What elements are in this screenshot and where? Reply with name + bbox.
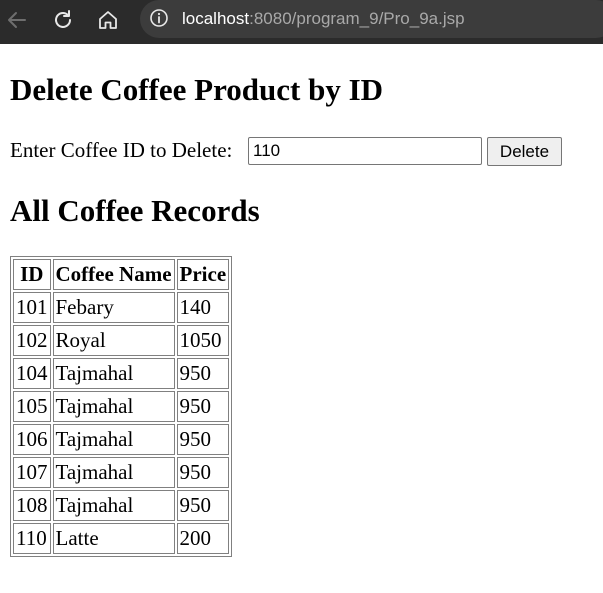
cell-coffee-name: Tajmahal: [52, 424, 175, 455]
url-path: :8080/program_9/Pro_9a.jsp: [249, 9, 465, 28]
cell-id: 108: [13, 490, 51, 521]
table-row: 110 Latte 200: [13, 523, 230, 554]
table-row: 104 Tajmahal 950: [13, 358, 230, 389]
cell-id: 101: [13, 292, 51, 323]
cell-id: 106: [13, 424, 51, 455]
table-row: 106 Tajmahal 950: [13, 424, 230, 455]
cell-price: 950: [176, 490, 230, 521]
column-header-id: ID: [13, 259, 51, 290]
table-row: 102 Royal 1050: [13, 325, 230, 356]
reload-button[interactable]: [52, 9, 74, 31]
url-host: localhost: [182, 9, 250, 28]
arrow-left-icon: [8, 12, 26, 28]
table-header-row: ID Coffee Name Price: [13, 259, 230, 290]
cell-id: 102: [13, 325, 51, 356]
cell-id: 110: [13, 523, 51, 554]
cell-coffee-name: Tajmahal: [52, 490, 175, 521]
coffee-id-label: Enter Coffee ID to Delete:: [10, 138, 233, 162]
cell-price: 950: [176, 424, 230, 455]
cell-id: 104: [13, 358, 51, 389]
cell-coffee-name: Latte: [52, 523, 175, 554]
reload-icon: [55, 10, 71, 28]
cell-price: 950: [176, 391, 230, 422]
table-row: 107 Tajmahal 950: [13, 457, 230, 488]
delete-button[interactable]: Delete: [487, 137, 562, 166]
url-text[interactable]: localhost:8080/program_9/Pro_9a.jsp: [182, 9, 465, 29]
info-circle-icon: [150, 9, 168, 27]
table-row: 101 Febary 140: [13, 292, 230, 323]
table-row: 105 Tajmahal 950: [13, 391, 230, 422]
delete-heading: Delete Coffee Product by ID: [10, 72, 384, 107]
cell-price: 950: [176, 457, 230, 488]
site-info-button[interactable]: [148, 7, 170, 29]
cell-id: 107: [13, 457, 51, 488]
address-bar[interactable]: localhost:8080/program_9/Pro_9a.jsp: [140, 0, 603, 38]
home-icon: [99, 11, 117, 29]
column-header-price: Price: [176, 259, 230, 290]
cell-price: 1050: [176, 325, 230, 356]
cell-coffee-name: Febary: [52, 292, 175, 323]
cell-price: 200: [176, 523, 230, 554]
column-header-coffee-name: Coffee Name: [52, 259, 175, 290]
cell-price: 950: [176, 358, 230, 389]
cell-coffee-name: Tajmahal: [52, 358, 175, 389]
coffee-id-input[interactable]: [248, 137, 482, 165]
records-heading: All Coffee Records: [10, 193, 260, 228]
back-button[interactable]: [6, 9, 28, 31]
cell-price: 140: [176, 292, 230, 323]
browser-toolbar: localhost:8080/program_9/Pro_9a.jsp: [0, 0, 603, 44]
cell-coffee-name: Royal: [52, 325, 175, 356]
table-row: 108 Tajmahal 950: [13, 490, 230, 521]
coffee-records-table: ID Coffee Name Price 101 Febary 140 102 …: [10, 256, 233, 557]
home-button[interactable]: [97, 9, 119, 31]
cell-coffee-name: Tajmahal: [52, 391, 175, 422]
cell-coffee-name: Tajmahal: [52, 457, 175, 488]
cell-id: 105: [13, 391, 51, 422]
page-content: Delete Coffee Product by ID Enter Coffee…: [0, 44, 603, 593]
